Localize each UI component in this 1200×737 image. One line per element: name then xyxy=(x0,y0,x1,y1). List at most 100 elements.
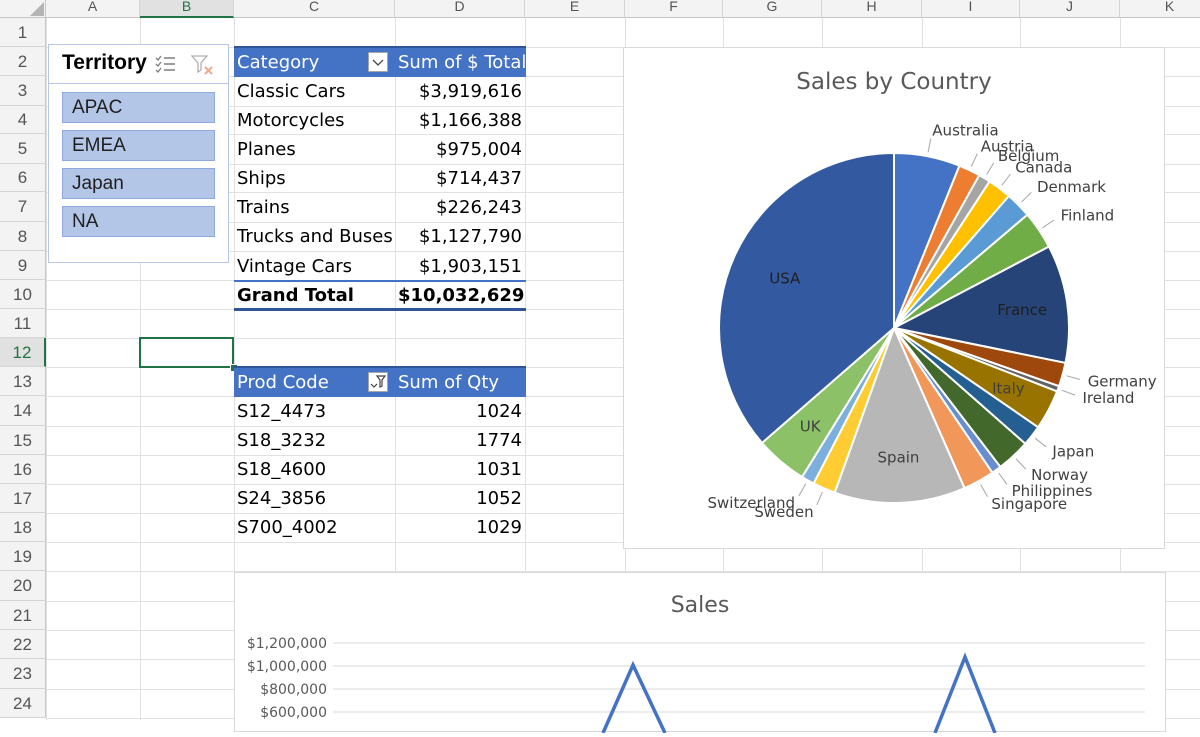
category-dropdown-button[interactable] xyxy=(368,52,388,72)
pivot2-row-value: 1774 xyxy=(476,430,522,451)
row-header-1[interactable]: 1 xyxy=(0,18,46,47)
pie-label-uk: UK xyxy=(800,418,822,436)
column-header-b[interactable]: B xyxy=(140,0,234,18)
row-header-12[interactable]: 12 xyxy=(0,338,46,367)
row-header-15[interactable]: 15 xyxy=(0,426,46,455)
row-header-9[interactable]: 9 xyxy=(0,251,46,280)
column-header-g[interactable]: G xyxy=(723,0,822,18)
pie-label-ireland: Ireland xyxy=(1083,389,1135,407)
row-header-21[interactable]: 21 xyxy=(0,601,46,630)
slicer-item-japan[interactable]: Japan xyxy=(62,168,215,199)
pie-leader-line xyxy=(1015,458,1027,470)
column-header-e[interactable]: E xyxy=(525,0,625,18)
slicer-item-apac[interactable]: APAC xyxy=(62,92,215,123)
grid-column-line xyxy=(46,18,47,720)
line-chart-title: Sales xyxy=(671,593,730,618)
grand-total-value: $10,032,629 xyxy=(398,285,525,306)
column-header-c[interactable]: C xyxy=(234,0,395,18)
row-header-24[interactable]: 24 xyxy=(0,689,46,718)
column-header-d[interactable]: D xyxy=(395,0,525,18)
row-header-14[interactable]: 14 xyxy=(0,396,46,426)
pie-leader-line xyxy=(798,483,807,497)
sales-line-chart[interactable]: Sales $1,200,000 $1,000,000 $800,000 $600,0… xyxy=(234,572,1166,734)
pivot2-header-prod-code[interactable]: Prod Code xyxy=(237,368,329,397)
sales-by-country-chart[interactable]: Sales by Country Australia Austria Belgium… xyxy=(623,47,1165,549)
clear-filter-icon[interactable] xyxy=(190,54,215,76)
pie-leader-line xyxy=(1042,219,1055,229)
row-header-11[interactable]: 11 xyxy=(0,309,46,338)
pie-chart-title: Sales by Country xyxy=(796,69,991,95)
grand-total-bottom-border xyxy=(234,308,526,311)
row-header-2[interactable]: 2 xyxy=(0,47,46,76)
column-header-f[interactable]: F xyxy=(625,0,723,18)
pie-label-denmark: Denmark xyxy=(1037,178,1106,196)
pie-leader-line xyxy=(980,484,988,498)
pivot1-row-label: Planes xyxy=(237,139,296,160)
multi-select-icon[interactable] xyxy=(155,54,177,74)
row-header-20[interactable]: 20 xyxy=(0,571,46,601)
pivot1-row-value: $1,127,790 xyxy=(418,226,522,247)
pie-label-finland: Finland xyxy=(1061,207,1115,225)
row-header-18[interactable]: 18 xyxy=(0,513,46,542)
line-y-tick-label: $600,000 xyxy=(260,705,327,721)
pivot1-row-label: Vintage Cars xyxy=(237,256,353,277)
pie-leader-line xyxy=(998,472,1008,485)
pie-leader-line xyxy=(1066,375,1081,380)
pie-leader-line xyxy=(1021,192,1032,203)
row-header-3[interactable]: 3 xyxy=(0,76,46,106)
row-header-22[interactable]: 22 xyxy=(0,630,46,659)
pie-leader-line xyxy=(970,153,978,167)
pie-label-usa: USA xyxy=(769,269,801,287)
column-header-a[interactable]: A xyxy=(46,0,140,18)
pivot2-row-value: 1029 xyxy=(476,517,522,538)
row-header-23[interactable]: 23 xyxy=(0,659,46,689)
pivot1-header-category[interactable]: Category xyxy=(237,48,319,77)
row-header-13[interactable]: 13 xyxy=(0,367,46,396)
slicer-item-emea[interactable]: EMEA xyxy=(62,130,215,161)
pivot2-row-label: S12_4473 xyxy=(237,401,327,422)
pivot1-row-value: $975,004 xyxy=(436,139,522,160)
pie-label-switzerland: Switzerland xyxy=(708,494,796,512)
pivot2-row-label: S24_3856 xyxy=(237,488,327,509)
row-header-19[interactable]: 19 xyxy=(0,542,46,571)
pie-label-japan: Japan xyxy=(1051,443,1094,461)
column-header-j[interactable]: J xyxy=(1020,0,1120,18)
slicer-item-na[interactable]: NA xyxy=(62,206,215,237)
pie-leader-line xyxy=(1061,389,1076,396)
row-header-7[interactable]: 7 xyxy=(0,192,46,222)
pivot1-row-value: $3,919,616 xyxy=(418,81,522,102)
line-y-tick-label: $1,000,000 xyxy=(247,659,327,675)
pie-label-canada: Canada xyxy=(1015,159,1072,177)
territory-slicer[interactable]: Territory APAC EMEA Japan NA xyxy=(48,44,229,263)
row-header-10[interactable]: 10 xyxy=(0,280,46,309)
pie-leader-line xyxy=(986,162,995,176)
pivot1-row-label: Classic Cars xyxy=(237,81,346,102)
pivot2-row-label: S18_4600 xyxy=(237,459,327,480)
pivot1-row-label: Ships xyxy=(237,168,286,189)
select-all-corner[interactable] xyxy=(0,0,46,18)
pivot1-header-sum-total[interactable]: Sum of $ Total xyxy=(398,48,526,77)
row-header-17[interactable]: 17 xyxy=(0,484,46,513)
row-header-8[interactable]: 8 xyxy=(0,222,46,251)
pivot2-row-label: S700_4002 xyxy=(237,517,338,538)
pie-leader-line xyxy=(927,138,932,153)
pivot2-header-sum-qty[interactable]: Sum of Qty xyxy=(398,368,499,397)
prod-code-filter-button[interactable] xyxy=(368,372,388,392)
selected-cell-b12[interactable] xyxy=(139,337,234,368)
pivot2-row-label: S18_3232 xyxy=(237,430,327,451)
column-header-i[interactable]: I xyxy=(922,0,1020,18)
row-header-5[interactable]: 5 xyxy=(0,134,46,164)
row-header-6[interactable]: 6 xyxy=(0,164,46,192)
column-header-h[interactable]: H xyxy=(822,0,922,18)
line-y-tick-label: $800,000 xyxy=(260,682,327,698)
pivot2-row-value: 1052 xyxy=(476,488,522,509)
column-header-k[interactable]: K xyxy=(1120,0,1200,18)
pivot1-row-value: $226,243 xyxy=(436,197,522,218)
slicer-title: Territory xyxy=(62,51,147,74)
pivot1-row-label: Trucks and Buses xyxy=(237,226,393,247)
row-header-16[interactable]: 16 xyxy=(0,455,46,484)
pivot1-row-label: Motorcycles xyxy=(237,110,345,131)
row-header-4[interactable]: 4 xyxy=(0,106,46,134)
pie-label-germany: Germany xyxy=(1088,373,1157,391)
pivot1-row-value: $1,166,388 xyxy=(418,110,522,131)
